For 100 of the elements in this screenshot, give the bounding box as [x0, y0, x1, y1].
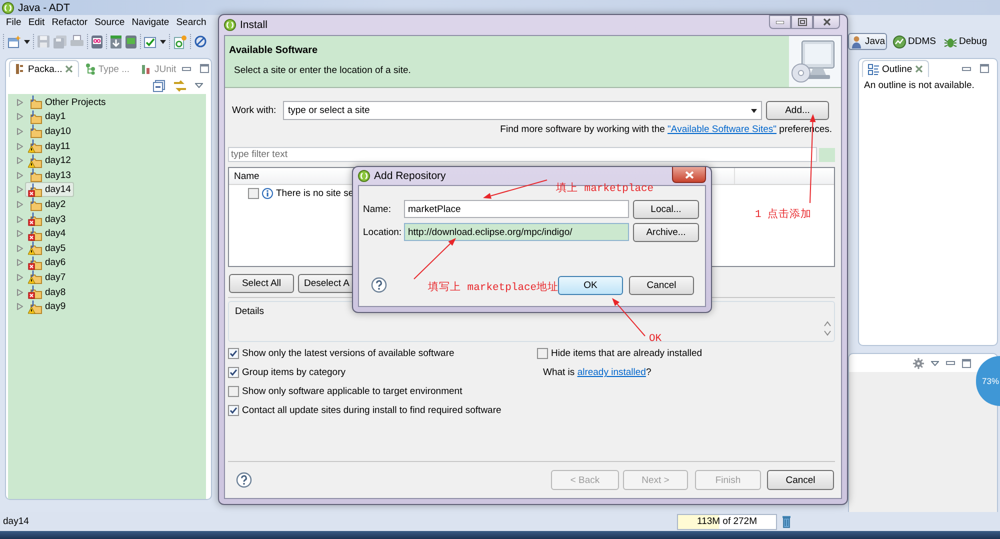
tree-item[interactable]: day14	[25, 182, 74, 198]
caret-icon[interactable]	[24, 40, 30, 44]
new-window-icon[interactable]	[7, 34, 21, 48]
maximize-icon[interactable]	[980, 64, 989, 73]
caret-icon[interactable]	[160, 40, 166, 44]
minimize-icon[interactable]	[946, 361, 955, 365]
view-tab[interactable]: Outline	[862, 60, 930, 77]
memory-bar[interactable]: 113M of 272M	[677, 514, 777, 530]
tree-item[interactable]: day1	[25, 109, 69, 124]
annotation-arrow	[414, 238, 456, 280]
tree-item[interactable]: day13	[25, 168, 74, 183]
view-menu-icon[interactable]	[931, 360, 939, 366]
person-icon	[850, 34, 863, 48]
browse-button[interactable]: Local...	[633, 200, 699, 218]
maximize-button[interactable]	[791, 15, 813, 29]
phone-icon[interactable]	[125, 34, 137, 48]
close-icon	[822, 18, 830, 26]
help-icon[interactable]	[371, 277, 387, 293]
minimize-icon[interactable]	[182, 66, 192, 70]
site-combo-box[interactable]: type or select a site	[283, 101, 762, 120]
annotation-text: 1 点击添加	[755, 209, 812, 222]
nav-button[interactable]: Cancel	[767, 470, 834, 490]
menu-item[interactable]: Search	[173, 17, 210, 28]
tree-item[interactable]: day12	[25, 153, 74, 168]
perspective-button[interactable]: Java	[848, 33, 888, 50]
perspective-button[interactable]: Debug	[942, 33, 989, 50]
menu-item[interactable]: File	[3, 17, 24, 28]
minimize-icon	[776, 20, 784, 24]
close-icon	[684, 170, 694, 178]
option-label: Hide items that are already installed	[551, 348, 702, 359]
help-icon[interactable]	[236, 472, 252, 488]
dialog-button[interactable]: Cancel	[629, 276, 694, 294]
square-icon	[819, 148, 835, 162]
bars-icon	[141, 63, 152, 75]
gear-icon[interactable]	[913, 358, 924, 368]
annotation-text: 填写上 marketplace地址	[428, 282, 559, 295]
dialog-title: Install	[240, 19, 268, 31]
maximize-icon[interactable]	[200, 64, 210, 73]
new-file-icon[interactable]	[173, 34, 187, 48]
checkbox[interactable]	[537, 348, 548, 359]
device-icon[interactable]	[91, 34, 103, 48]
browse-button[interactable]: Archive...	[633, 222, 699, 242]
checkbox[interactable]	[228, 367, 239, 378]
tree-item[interactable]: day11	[25, 138, 74, 154]
tree-item[interactable]: day9	[25, 299, 69, 314]
app-icon	[2, 2, 14, 14]
installed-link[interactable]: already installed	[577, 367, 646, 378]
tree-item[interactable]: day8	[25, 284, 69, 300]
checkbox[interactable]	[248, 188, 259, 198]
perspective-button[interactable]: DDMS	[891, 33, 938, 50]
memory-label: 113M of 272M	[696, 516, 758, 527]
installed-hint: What is already installed?	[543, 367, 652, 378]
minimize-button[interactable]	[769, 15, 791, 29]
menu-item[interactable]: Navigate	[128, 17, 172, 28]
tree-item[interactable]: Other Projects	[25, 94, 109, 110]
save-all-icon[interactable]	[53, 34, 67, 48]
scroll-arrows-icon[interactable]	[824, 321, 831, 336]
tree-item[interactable]: day6	[25, 255, 69, 270]
tree-item[interactable]: day5	[25, 240, 69, 256]
checkbox[interactable]	[228, 348, 239, 359]
tree-item[interactable]: day10	[25, 124, 74, 139]
menu-item[interactable]: Source	[92, 17, 128, 28]
dropdown-caret-icon[interactable]	[751, 108, 757, 112]
text-field[interactable]: marketPlace	[404, 200, 629, 218]
filter-field[interactable]: type filter text	[228, 147, 817, 162]
view-menu-icon[interactable]	[195, 83, 203, 88]
menu-item[interactable]: Refactor	[48, 17, 91, 28]
slash-circle-icon[interactable]	[194, 35, 207, 48]
checkbox[interactable]	[228, 405, 239, 416]
sites-link[interactable]: "Available Software Sites"	[668, 124, 777, 135]
text-field[interactable]: http://download.eclipse.org/mpc/indigo/	[404, 223, 629, 241]
collapse-all-icon[interactable]	[153, 80, 165, 92]
print-icon[interactable]	[70, 35, 84, 48]
details-label: Details	[235, 306, 264, 317]
dialog-button[interactable]: OK	[558, 276, 623, 294]
add-button[interactable]: Add...	[766, 101, 829, 120]
link-arrows-icon[interactable]	[173, 80, 187, 92]
outline-icon	[868, 64, 879, 74]
selection-button[interactable]: Deselect A	[298, 274, 353, 293]
checkmark-icon[interactable]	[144, 36, 157, 48]
close-button[interactable]	[672, 167, 706, 183]
tree-item[interactable]: day7	[25, 270, 69, 285]
minimize-icon[interactable]	[962, 66, 971, 70]
close-icon[interactable]	[915, 65, 924, 73]
checkbox[interactable]	[228, 386, 239, 397]
maximize-icon[interactable]	[962, 358, 971, 368]
menu-item[interactable]: Edit	[25, 17, 48, 28]
app-icon	[358, 170, 370, 182]
close-button[interactable]	[813, 15, 840, 29]
field-label: Location:	[363, 226, 402, 238]
option-label: Show only the latest versions of available software	[242, 348, 454, 359]
tree-item[interactable]: day3	[25, 212, 69, 227]
status-text: day14	[3, 516, 29, 527]
download-icon[interactable]	[110, 34, 122, 48]
tree-item[interactable]: day4	[25, 226, 69, 242]
tree-item[interactable]: day2	[25, 196, 69, 212]
trash-icon[interactable]	[782, 515, 791, 528]
selection-button[interactable]: Select All	[229, 274, 294, 293]
close-icon[interactable]	[65, 65, 74, 73]
view-tab[interactable]: Packa...	[9, 60, 80, 77]
